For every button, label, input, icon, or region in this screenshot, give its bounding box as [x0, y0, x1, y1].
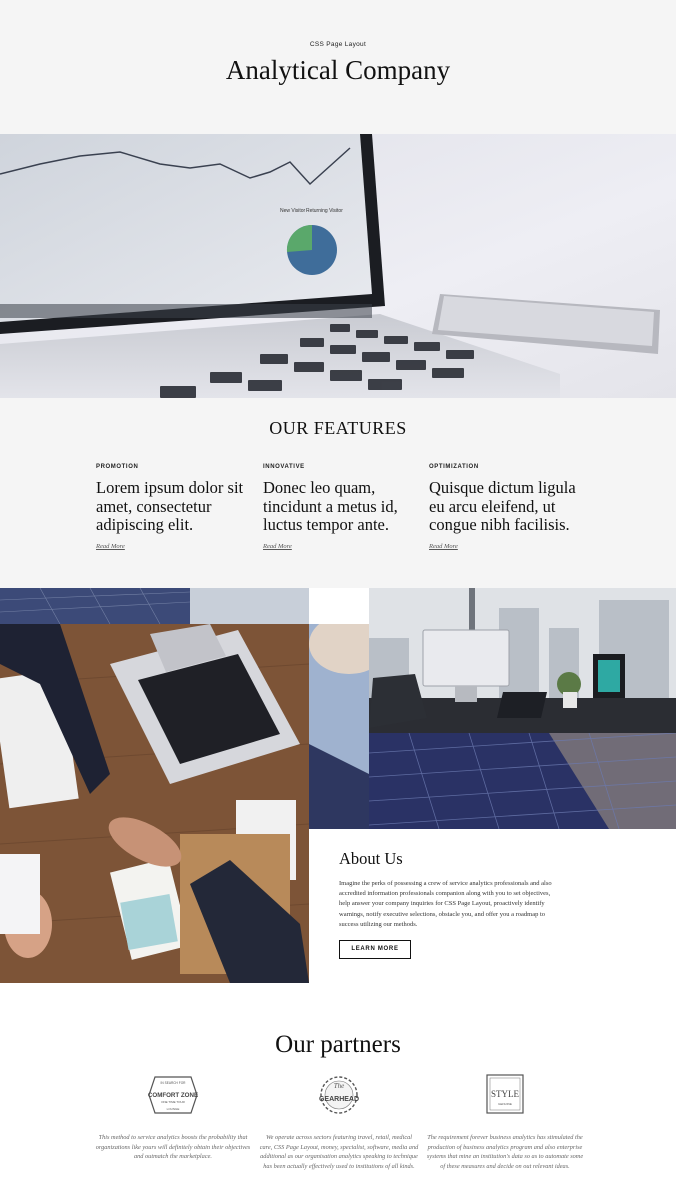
feature-category: INNOVATIVE: [263, 464, 305, 470]
logo-text: GEARHEAD: [319, 1096, 359, 1103]
the-gearhead-logo: The GEARHEAD: [259, 1073, 419, 1117]
site-title: Analytical Company: [225, 55, 451, 85]
feature-innovative: INNOVATIVE Donec leo quam, tincidunt a m…: [263, 464, 418, 553]
logo-text: The: [334, 1082, 345, 1090]
logo-text: GENUINE: [498, 1102, 512, 1106]
site-eyebrow: CSS Page Layout: [309, 41, 367, 48]
features-section: OUR FEATURES PROMOTION Lorem ipsum dolor…: [0, 398, 676, 588]
partner-description: We operate across sectors featuring trav…: [259, 1134, 419, 1170]
partner-gearhead: The GEARHEAD We operate across sectors f…: [259, 1073, 419, 1171]
read-more-link[interactable]: Read More: [429, 543, 458, 550]
read-more-link[interactable]: Read More: [263, 543, 292, 550]
feature-optimization: OPTIMIZATION Quisque dictum ligula eu ar…: [429, 464, 584, 553]
feature-text: Quisque dictum ligula eu arcu eleifend, …: [429, 478, 576, 534]
hero-image: New Visitor Returning Visitor: [0, 134, 676, 398]
logo-text: LOUNGE: [167, 1107, 180, 1111]
office-desk-photo: [369, 588, 676, 733]
partner-description: The requirement forever business analyti…: [426, 1134, 584, 1170]
feature-category: OPTIMIZATION: [429, 464, 479, 470]
feature-category: PROMOTION: [96, 464, 139, 470]
style-logo: STYLE GENUINE: [425, 1073, 585, 1117]
read-more-link[interactable]: Read More: [96, 543, 125, 550]
logo-text: STYLE: [491, 1089, 520, 1099]
comfort-zone-logo: IN SEARCH FOR COMFORT ZONE ONE TIME TOUR…: [93, 1073, 253, 1117]
photo-grid: About Us Imagine the perks of possessing…: [0, 588, 676, 983]
feature-text: Lorem ipsum dolor sit amet, consectetur …: [96, 478, 244, 534]
partners-section: Our partners IN SEARCH FOR COMFORT ZONE …: [0, 983, 676, 1183]
laptop-analytics-illustration: New Visitor Returning Visitor: [0, 134, 676, 398]
screen-legend-returning: Returning Visitor: [306, 208, 343, 214]
logo-text: COMFORT ZONE: [148, 1092, 198, 1099]
glass-building-photo: [369, 733, 676, 829]
site-header: CSS Page Layout Analytical Company: [0, 0, 676, 134]
learn-more-button[interactable]: LEARN MORE: [339, 940, 411, 960]
partner-comfort-zone: IN SEARCH FOR COMFORT ZONE ONE TIME TOUR…: [93, 1073, 253, 1162]
logo-text: ONE TIME TOUR: [161, 1100, 186, 1104]
about-title: About Us: [339, 849, 403, 868]
partner-description: This method to service analytics boosts …: [95, 1134, 251, 1161]
about-text: Imagine the perks of possessing a crew o…: [339, 880, 552, 928]
building-strip-photo: [0, 588, 309, 624]
feature-text: Donec leo quam, tincidunt a metus id, lu…: [263, 478, 398, 534]
about-section: About Us Imagine the perks of possessing…: [309, 829, 676, 983]
feature-promotion: PROMOTION Lorem ipsum dolor sit amet, co…: [96, 464, 251, 553]
handshake-desk-photo: [0, 624, 309, 983]
features-title: OUR FEATURES: [269, 418, 407, 438]
logo-text: IN SEARCH FOR: [161, 1081, 187, 1085]
partner-style: STYLE GENUINE The requirement forever bu…: [425, 1073, 585, 1171]
screen-legend-new: New Visitor: [280, 208, 306, 214]
partners-title: Our partners: [275, 1031, 401, 1058]
building-sky-photo: [309, 624, 369, 829]
